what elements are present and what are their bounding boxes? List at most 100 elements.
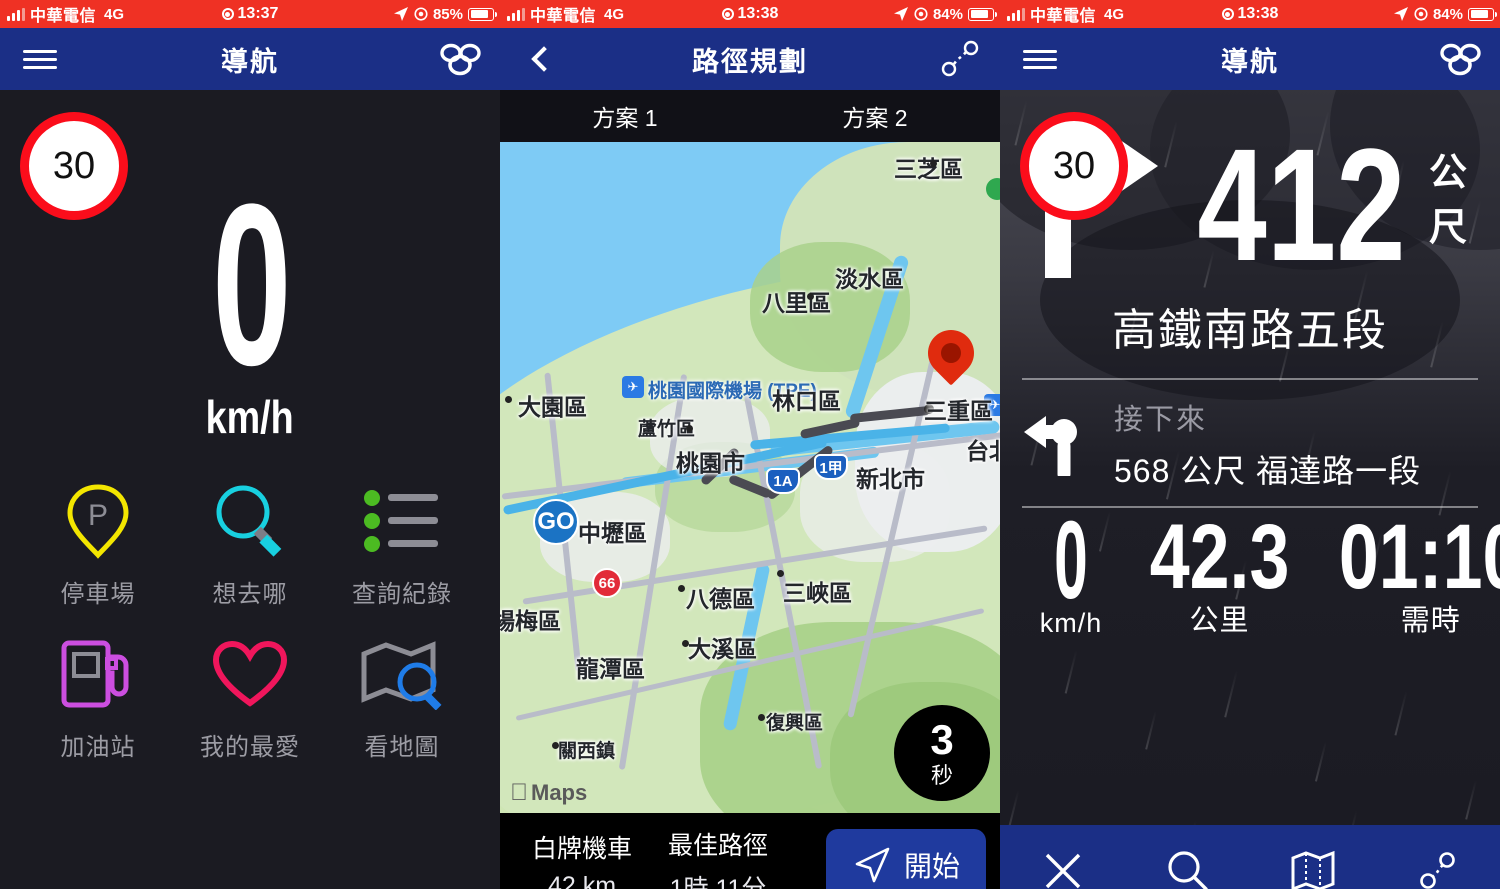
shortcut-label: 想去哪 bbox=[212, 581, 288, 609]
hamburger-menu-button[interactable] bbox=[0, 28, 80, 90]
navbar-home: 導航 bbox=[0, 28, 500, 90]
start-navigation-button[interactable]: 開始 bbox=[825, 829, 986, 889]
back-button[interactable] bbox=[500, 28, 580, 90]
search-magnifier-icon bbox=[207, 478, 293, 564]
maps-wordmark: Maps bbox=[513, 780, 587, 806]
stat-duration: 01:10 需時 bbox=[1313, 506, 1500, 638]
next-turn-text: 接下來 568 公尺 福達路一段 bbox=[1114, 396, 1421, 492]
search-button[interactable] bbox=[1148, 836, 1228, 889]
shortcut-label: 看地圖 bbox=[364, 734, 440, 762]
navbar-nav: 導航 bbox=[1000, 28, 1500, 90]
map-dot bbox=[505, 396, 512, 403]
next-turn-label: 接下來 bbox=[1114, 404, 1208, 436]
shortcut-gas-station[interactable]: 加油站 bbox=[22, 631, 174, 762]
history-list-icon bbox=[359, 478, 445, 564]
speed-unit: km/h bbox=[205, 391, 295, 444]
stat-value: 42.3 bbox=[1149, 506, 1290, 609]
map-dot bbox=[758, 714, 765, 721]
stat-speed: 0 km/h bbox=[1016, 499, 1126, 639]
shortcut-favorites[interactable]: 我的最愛 bbox=[174, 631, 326, 762]
map-label: 八里區 bbox=[762, 290, 831, 316]
stat-value: 0 bbox=[1054, 499, 1088, 622]
stat-distance: 42.3 公里 bbox=[1130, 506, 1309, 638]
navigate-arrow-icon bbox=[855, 847, 890, 883]
map-label: 三峽區 bbox=[783, 580, 852, 606]
airport-marker-icon: ✈ bbox=[622, 376, 644, 398]
panel-navigation: 中華電信 4G 13:38 84% 導航 30 412 公尺 高鐵南路五段 接下… bbox=[1000, 0, 1500, 889]
group-members-button[interactable] bbox=[1420, 28, 1500, 90]
route-overview-button[interactable] bbox=[1398, 836, 1478, 889]
shortcut-label: 加油站 bbox=[60, 734, 136, 762]
tab-plan-2[interactable]: 方案 2 bbox=[750, 90, 1000, 142]
turn-distance: 412 公尺 bbox=[1168, 115, 1482, 294]
map-folded-icon bbox=[1291, 850, 1334, 889]
status-center: 13:38 bbox=[500, 5, 1000, 23]
map-view-button[interactable] bbox=[1273, 836, 1353, 889]
speed-value: 0 bbox=[212, 156, 291, 413]
hamburger-menu-icon bbox=[23, 45, 57, 74]
search-magnifier-icon bbox=[1167, 851, 1208, 889]
tab-label: 方案 2 bbox=[842, 105, 908, 131]
recalculation-countdown: 3 秒 bbox=[894, 705, 990, 801]
route-map[interactable]: GO 1甲 1A 66 ✈ 桃園國際機場 (TPE) ✈ 三芝區 淡水區 八里區… bbox=[500, 142, 1000, 813]
speed-limit-value: 30 bbox=[1052, 144, 1096, 187]
map-label: 八德區 bbox=[686, 586, 755, 612]
stat-value: 01:10 bbox=[1338, 506, 1500, 609]
speed-limit-sign: 30 bbox=[20, 112, 128, 220]
exit-navigation-button[interactable] bbox=[1023, 836, 1103, 889]
battery-icon bbox=[468, 7, 497, 21]
group-members-icon bbox=[1440, 43, 1481, 76]
stat-label: 需時 bbox=[1400, 604, 1461, 637]
map-dot bbox=[777, 570, 784, 577]
map-label: 三重區 bbox=[924, 398, 993, 424]
summary-title: 最佳路徑 bbox=[668, 831, 769, 860]
map-label: 復興區 bbox=[766, 713, 824, 734]
map-label: 關西鎮 bbox=[558, 741, 616, 762]
highway-shield-1a: 1A bbox=[766, 468, 800, 494]
turn-distance-value: 412 bbox=[1197, 115, 1406, 294]
alarm-icon bbox=[1221, 8, 1234, 20]
status-center: 13:37 bbox=[0, 5, 500, 23]
shield-label: 1甲 bbox=[819, 459, 843, 477]
back-chevron-icon bbox=[531, 46, 557, 72]
map-dot bbox=[682, 640, 689, 647]
shield-label: 1A bbox=[773, 472, 793, 490]
alarm-icon bbox=[221, 8, 234, 20]
summary-route-type: 最佳路徑 1時 11分 bbox=[668, 826, 768, 889]
turn-left-arrow-icon bbox=[1022, 412, 1092, 476]
map-search-icon bbox=[359, 631, 445, 717]
tab-label: 方案 1 bbox=[592, 105, 658, 131]
navbar-route: 路徑規劃 bbox=[500, 28, 1000, 90]
map-label: 大溪區 bbox=[688, 636, 757, 662]
shortcut-history[interactable]: 查詢紀錄 bbox=[326, 478, 478, 609]
map-dot bbox=[807, 293, 814, 300]
shortcut-search[interactable]: 想去哪 bbox=[174, 478, 326, 609]
highway-shield-66: 66 bbox=[592, 568, 622, 598]
plan-tabs: 方案 1 方案 2 bbox=[500, 90, 1000, 142]
group-members-icon bbox=[440, 43, 481, 76]
status-bar-home: 中華電信 4G 13:37 85% bbox=[0, 0, 500, 28]
tab-plan-1[interactable]: 方案 1 bbox=[500, 90, 750, 142]
countdown-number: 3 bbox=[930, 716, 954, 763]
navigation-toolbar bbox=[1000, 825, 1500, 889]
route-waypoints-icon bbox=[941, 40, 979, 77]
apple-maps-attribution:  Maps bbox=[510, 779, 587, 807]
hamburger-menu-icon bbox=[1023, 45, 1057, 74]
summary-vehicle: 白牌機車 42 km bbox=[532, 829, 632, 889]
start-label: 開始 bbox=[903, 851, 960, 882]
map-dot bbox=[686, 425, 693, 432]
route-waypoints-button[interactable] bbox=[920, 28, 1000, 90]
shortcut-parking[interactable]: P 停車場 bbox=[22, 478, 174, 609]
alarm-icon bbox=[721, 8, 734, 20]
shortcut-map[interactable]: 看地圖 bbox=[326, 631, 478, 762]
map-label: 楊梅區 bbox=[500, 608, 561, 634]
shortcut-label: 我的最愛 bbox=[200, 734, 300, 762]
route-summary-bar: 白牌機車 42 km 最佳路徑 1時 11分 開始 bbox=[500, 813, 1000, 889]
next-turn-value: 568 公尺 福達路一段 bbox=[1114, 453, 1422, 489]
map-label: 新北市 bbox=[856, 466, 925, 492]
current-street-name: 高鐵南路五段 bbox=[1112, 306, 1388, 355]
screenshot-root: 中華電信 4G 13:37 85% 導航 30 0 km/h P 停車場 想去哪… bbox=[0, 0, 1500, 889]
group-members-button[interactable] bbox=[420, 28, 500, 90]
summary-value: 42 km bbox=[547, 872, 617, 889]
hamburger-menu-button[interactable] bbox=[1000, 28, 1080, 90]
